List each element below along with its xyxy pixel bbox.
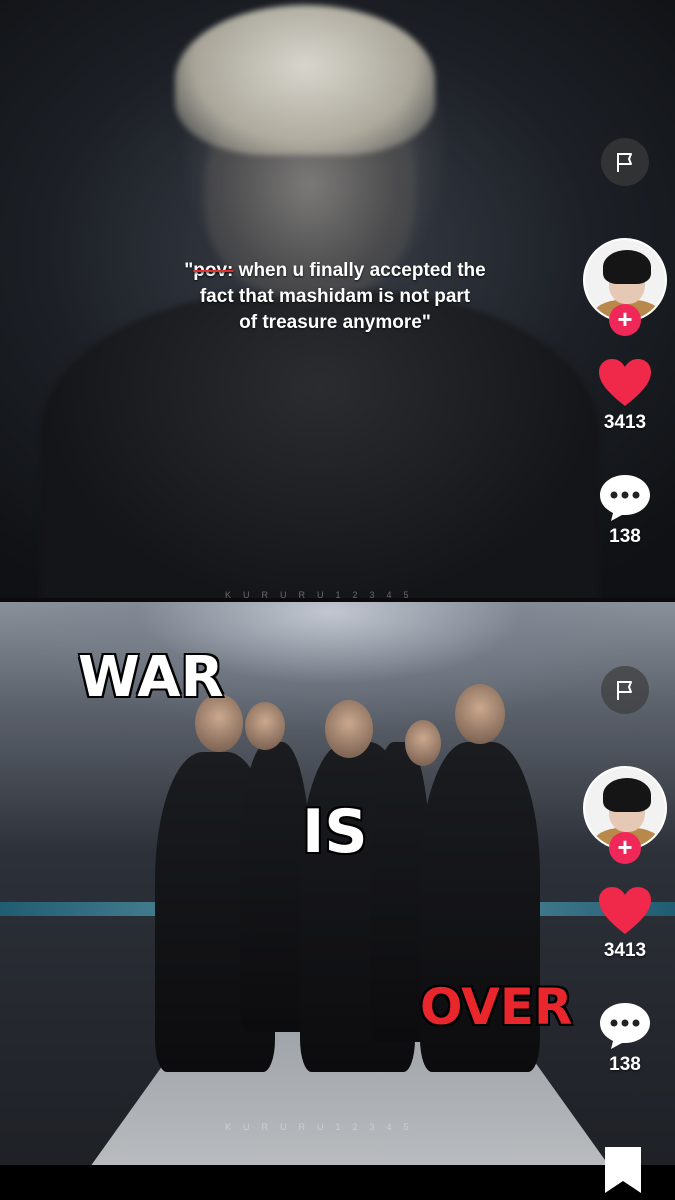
heart-icon[interactable]: [597, 886, 653, 936]
flag-icon: [617, 681, 632, 700]
report-flag-button[interactable]: [601, 666, 649, 714]
like-count: 3413: [603, 412, 647, 433]
creator-avatar-wrap[interactable]: +: [583, 238, 667, 336]
performer-body: [40, 290, 600, 598]
comment-icon[interactable]: [597, 472, 653, 522]
performer-head: [455, 684, 505, 744]
performer-head: [405, 720, 441, 766]
bottom-video-panel[interactable]: WAR IS OVER KURURU12345 + 3413 138: [0, 602, 675, 1165]
heart-icon[interactable]: [597, 358, 653, 408]
action-rail: + 3413 138: [575, 666, 675, 1076]
top-video-panel[interactable]: "pov: when u finally accepted the fact t…: [0, 0, 675, 598]
meme-word-is: IS: [301, 797, 370, 867]
like-count: 3413: [603, 940, 647, 961]
meme-word-war: WAR: [77, 645, 226, 710]
comment-count: 138: [609, 1054, 641, 1075]
performer-hair: [175, 5, 435, 155]
comment-icon[interactable]: [597, 1000, 653, 1050]
performer-head: [245, 702, 285, 750]
report-flag-button[interactable]: [601, 138, 649, 186]
meme-word-over: OVER: [419, 978, 575, 1036]
bookmark-icon[interactable]: [601, 1145, 645, 1195]
watermark: KURURU12345: [225, 590, 421, 598]
follow-plus-button[interactable]: +: [609, 832, 641, 864]
watermark: KURURU12345: [225, 1122, 421, 1132]
comment-count: 138: [609, 526, 641, 547]
action-rail: + 3413 138: [575, 138, 675, 548]
video-caption: "pov: when u finally accepted the fact t…: [184, 260, 486, 333]
follow-plus-button[interactable]: +: [609, 304, 641, 336]
performer-head: [325, 700, 373, 758]
caption-strikethrough-word: pov:: [193, 260, 234, 281]
creator-avatar-wrap[interactable]: +: [583, 766, 667, 864]
flag-icon: [617, 153, 632, 172]
